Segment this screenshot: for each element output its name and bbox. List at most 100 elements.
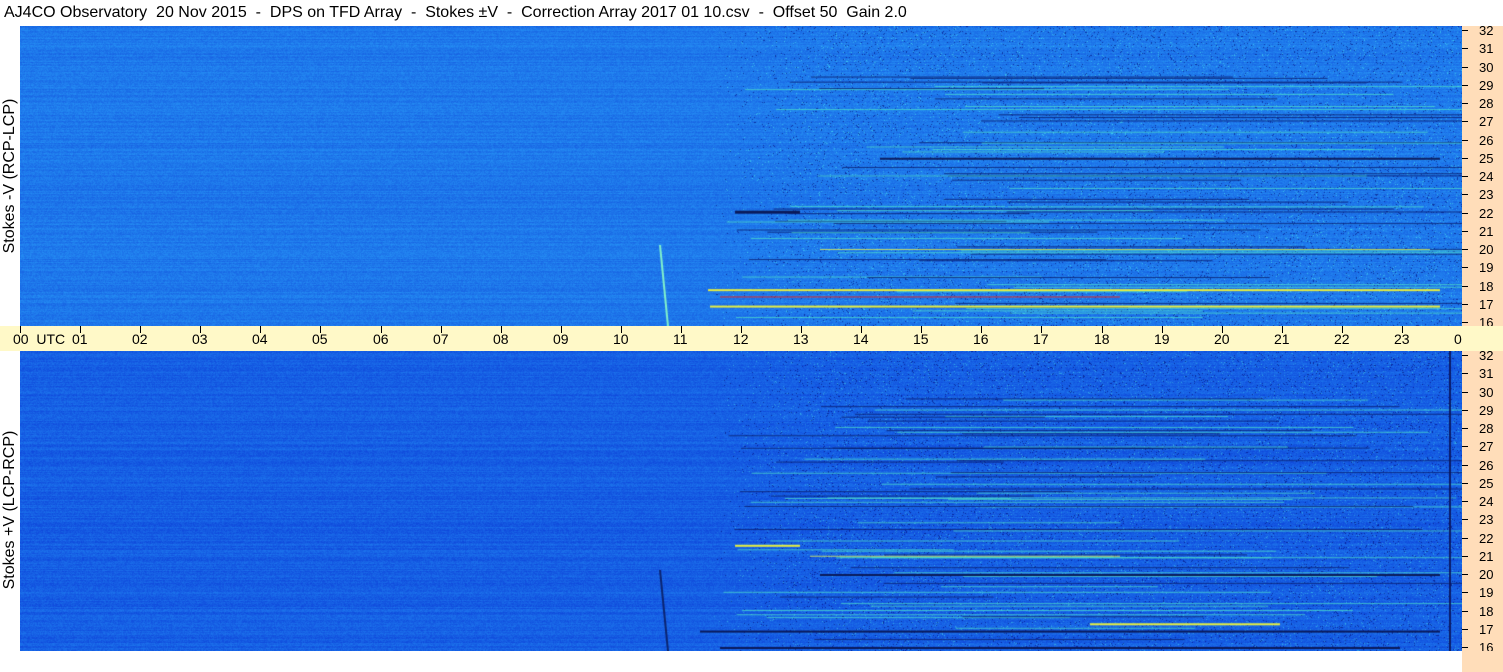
axis-footer <box>1462 651 1503 672</box>
lower-frequency-axis: 32 31 30 29 28 27 26 25 24 23 22 21 20 19 18 17 16 <box>1462 348 1503 654</box>
time-tick-label: 07 <box>433 331 449 347</box>
upper-frequency-axis: 32 31 30 29 28 27 26 25 24 23 22 21 20 19 18 17 16 <box>1462 23 1503 329</box>
time-tick-label: 21 <box>1274 331 1290 347</box>
frequency-tick <box>1462 373 1468 374</box>
frequency-tick-label: 26 <box>1479 133 1494 148</box>
frequency-tick-label: 20 <box>1479 242 1494 257</box>
time-tick-label: 19 <box>1154 331 1170 347</box>
lower-spectrogram <box>20 351 1462 651</box>
time-tick-label: 22 <box>1334 331 1350 347</box>
time-tick-label: 00 UTC <box>13 331 66 347</box>
time-tick-label: 15 <box>913 331 929 347</box>
frequency-tick-label: 32 <box>1479 23 1494 38</box>
frequency-tick <box>1462 592 1468 593</box>
frequency-tick-label: 23 <box>1479 512 1494 527</box>
frequency-tick-label: 32 <box>1479 348 1494 363</box>
time-tick-label: 03 <box>192 331 208 347</box>
frequency-tick <box>1462 538 1468 539</box>
frequency-tick-label: 25 <box>1479 151 1494 166</box>
frequency-tick-label: 18 <box>1479 279 1494 294</box>
frequency-tick <box>1462 67 1468 68</box>
frequency-tick <box>1462 465 1468 466</box>
frequency-tick <box>1462 446 1468 447</box>
frequency-tick-label: 22 <box>1479 531 1494 546</box>
time-tick-label: 20 <box>1214 331 1230 347</box>
upper-ylabel: Stokes -V (RCP-LCP) <box>1 98 18 254</box>
upper-heatmap <box>20 26 1462 326</box>
frequency-tick <box>1462 213 1468 214</box>
frequency-tick-label: 25 <box>1479 476 1494 491</box>
frequency-tick <box>1462 249 1468 250</box>
frequency-tick <box>1462 501 1468 502</box>
utc-time-axis: 00 UTC 01 02 03 04 05 06 07 08 09 10 11 12 13 14 15 16 17… <box>0 326 1502 351</box>
frequency-tick <box>1462 556 1468 557</box>
frequency-tick-label: 27 <box>1479 439 1494 454</box>
frequency-tick-label: 21 <box>1479 224 1494 239</box>
time-tick-label: 23 <box>1394 331 1410 347</box>
frequency-tick <box>1462 121 1468 122</box>
frequency-tick <box>1462 231 1468 232</box>
frequency-tick-label: 31 <box>1479 41 1494 56</box>
frequency-tick-label: 24 <box>1479 494 1494 509</box>
frequency-tick <box>1462 176 1468 177</box>
frequency-tick-label: 19 <box>1479 260 1494 275</box>
frequency-tick <box>1462 30 1468 31</box>
frequency-tick <box>1462 322 1468 323</box>
frequency-tick-label: 22 <box>1479 206 1494 221</box>
time-tick-label: 18 <box>1094 331 1110 347</box>
frequency-tick-label: 20 <box>1479 567 1494 582</box>
time-tick-label: 13 <box>793 331 809 347</box>
frequency-tick <box>1462 304 1468 305</box>
frequency-tick <box>1462 647 1468 648</box>
frequency-tick-label: 27 <box>1479 114 1494 129</box>
frequency-tick-label: 24 <box>1479 169 1494 184</box>
time-tick-label: 12 <box>733 331 749 347</box>
time-tick-label: 10 <box>613 331 629 347</box>
frequency-tick-label: 29 <box>1479 403 1494 418</box>
time-tick-label: 16 <box>973 331 989 347</box>
frequency-tick <box>1462 392 1468 393</box>
time-tick-label: 08 <box>493 331 509 347</box>
upper-ylabel-strip: Stokes -V (RCP-LCP) <box>0 26 20 326</box>
time-tick-label: 04 <box>252 331 268 347</box>
frequency-tick-label: 31 <box>1479 366 1494 381</box>
frequency-tick <box>1462 574 1468 575</box>
frequency-tick <box>1462 158 1468 159</box>
frequency-tick <box>1462 194 1468 195</box>
time-tick-label: 11 <box>673 331 688 347</box>
frequency-tick-label: 26 <box>1479 458 1494 473</box>
frequency-tick-label: 17 <box>1479 297 1494 312</box>
frequency-tick-label: 28 <box>1479 421 1494 436</box>
frequency-tick-label: 29 <box>1479 78 1494 93</box>
time-tick-label: 06 <box>373 331 389 347</box>
upper-spectrogram <box>20 26 1462 326</box>
time-tick-label: 01 <box>72 331 88 347</box>
frequency-tick <box>1462 410 1468 411</box>
frequency-tick <box>1462 629 1468 630</box>
frequency-tick-label: 17 <box>1479 622 1494 637</box>
frequency-tick-label: 30 <box>1479 385 1494 400</box>
frequency-tick <box>1462 355 1468 356</box>
frequency-tick <box>1462 519 1468 520</box>
frequency-tick-label: 30 <box>1479 60 1494 75</box>
frequency-tick <box>1462 48 1468 49</box>
frequency-tick-label: 18 <box>1479 604 1494 619</box>
frequency-tick-label: 23 <box>1479 187 1494 202</box>
frequency-tick <box>1462 85 1468 86</box>
time-tick-label: 02 <box>132 331 148 347</box>
frequency-tick-label: 19 <box>1479 585 1494 600</box>
frequency-tick <box>1462 103 1468 104</box>
lower-ylabel-strip: Stokes +V (LCP-RCP) <box>0 351 20 672</box>
lower-heatmap <box>20 351 1462 651</box>
frequency-tick-label: 21 <box>1479 549 1494 564</box>
time-tick-label: 14 <box>853 331 869 347</box>
frequency-tick-label: 28 <box>1479 96 1494 111</box>
plot-title: AJ4CO Observatory 20 Nov 2015 - DPS on T… <box>0 0 1462 26</box>
frequency-tick <box>1462 483 1468 484</box>
frequency-tick <box>1462 286 1468 287</box>
time-tick-label: 09 <box>553 331 569 347</box>
time-tick-label: 17 <box>1033 331 1049 347</box>
frequency-tick <box>1462 140 1468 141</box>
frequency-tick <box>1462 611 1468 612</box>
frequency-tick <box>1462 267 1468 268</box>
